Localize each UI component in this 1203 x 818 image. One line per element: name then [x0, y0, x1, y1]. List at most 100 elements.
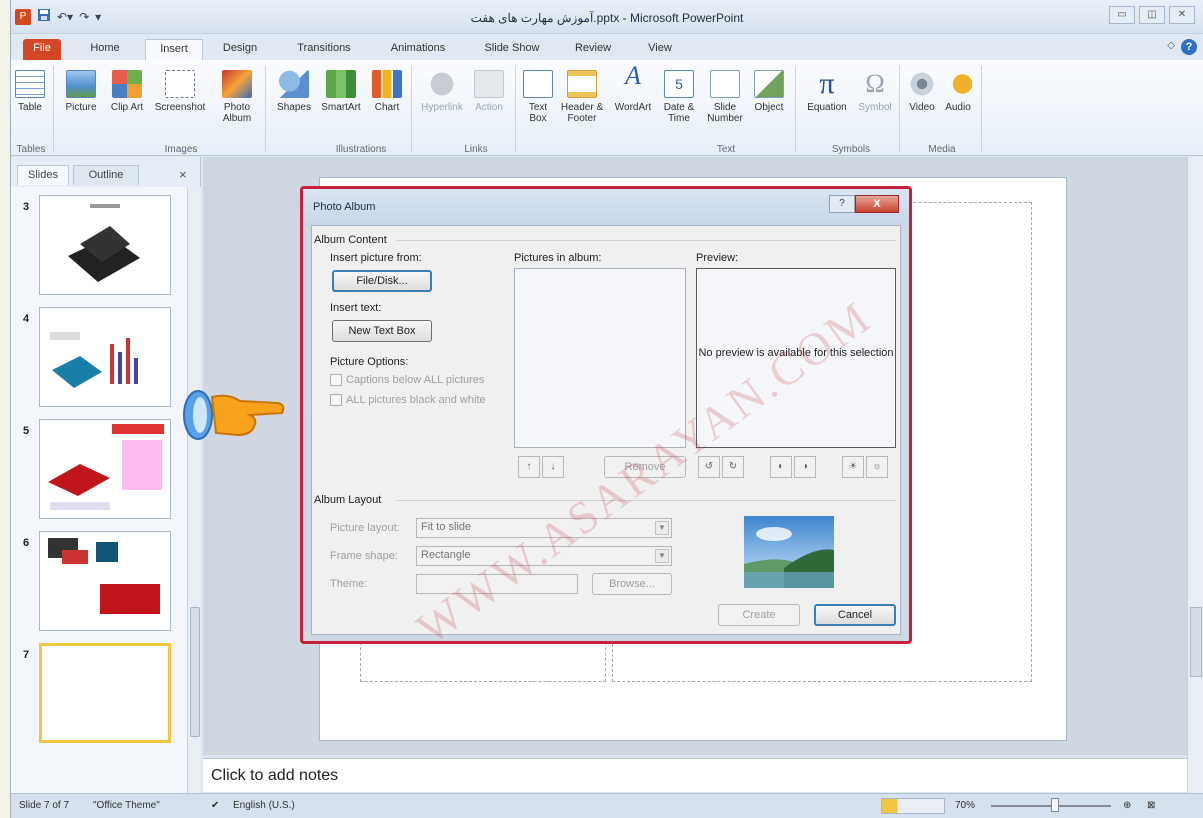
- notes-pane[interactable]: Click to add notes: [203, 758, 1187, 792]
- theme-label: Theme:: [330, 578, 368, 590]
- preview-box: No preview is available for this selecti…: [696, 268, 896, 448]
- tab-review[interactable]: Review: [567, 39, 619, 60]
- move-up-button[interactable]: ↑: [518, 456, 540, 478]
- symbol-button[interactable]: Ω Symbol: [855, 70, 895, 114]
- slide-thumbnail-7[interactable]: [39, 643, 171, 743]
- new-text-box-button[interactable]: New Text Box: [332, 320, 432, 342]
- theme-field[interactable]: [416, 574, 578, 594]
- black-white-checkbox[interactable]: [330, 394, 342, 406]
- rotate-left-button[interactable]: ↺: [698, 456, 720, 478]
- screenshot-button[interactable]: Screenshot: [151, 70, 209, 113]
- table-button[interactable]: Table: [13, 70, 47, 113]
- captions-below-checkbox[interactable]: [330, 374, 342, 386]
- close-pane-icon[interactable]: ×: [179, 167, 187, 182]
- hyperlink-button[interactable]: Hyperlink: [417, 70, 467, 113]
- slide-number: 7: [23, 649, 30, 661]
- create-button[interactable]: Create: [718, 604, 800, 626]
- video-button[interactable]: Video: [905, 70, 939, 113]
- wordart-button[interactable]: A WordArt: [611, 63, 655, 114]
- tab-slides[interactable]: Slides: [17, 165, 69, 185]
- chart-button[interactable]: Chart: [369, 70, 405, 113]
- header-footer-button[interactable]: Header & Footer: [557, 70, 607, 124]
- zoom-slider-thumb[interactable]: [1051, 798, 1059, 812]
- object-button[interactable]: Object: [749, 70, 789, 113]
- picture-layout-label: Picture layout:: [330, 522, 400, 534]
- smartart-button[interactable]: SmartArt: [317, 70, 365, 113]
- slide-thumbnail-6[interactable]: [39, 531, 171, 631]
- text-box-button[interactable]: Text Box: [521, 70, 555, 124]
- help-icon[interactable]: ?: [1181, 39, 1197, 55]
- scrollbar-thumb[interactable]: [1190, 607, 1202, 677]
- group-illustrations-label: Illustrations: [335, 144, 387, 155]
- layout-preview-image: [744, 516, 834, 588]
- tab-animations[interactable]: Animations: [381, 39, 455, 60]
- shapes-icon: [279, 70, 309, 98]
- picture-button[interactable]: Picture: [59, 70, 103, 113]
- brightness-down-button[interactable]: ☼: [866, 456, 888, 478]
- picture-layout-select[interactable]: Fit to slide ▼: [416, 518, 672, 538]
- pi-icon: π: [819, 67, 835, 100]
- slide-number-button[interactable]: Slide Number: [703, 70, 747, 124]
- dialog-help-icon[interactable]: ?: [829, 195, 855, 213]
- date-time-button[interactable]: 5 Date & Time: [657, 70, 701, 124]
- calendar-icon: 5: [664, 70, 694, 98]
- frame-shape-select[interactable]: Rectangle ▼: [416, 546, 672, 566]
- tab-design[interactable]: Design: [211, 39, 269, 60]
- fit-to-window-icon[interactable]: ⊠: [1147, 800, 1155, 811]
- zoom-level[interactable]: 70%: [955, 800, 975, 811]
- scrollbar-thumb[interactable]: [190, 607, 200, 737]
- slide-thumbnail-4[interactable]: [39, 307, 171, 407]
- text-box-icon: [523, 70, 553, 98]
- remove-button[interactable]: Remove: [604, 456, 686, 478]
- slide-thumbnail-3[interactable]: [39, 195, 171, 295]
- shapes-button[interactable]: Shapes: [273, 70, 315, 113]
- photo-album-dialog: Photo Album ? X Album Content Insert pic…: [300, 186, 912, 644]
- pointing-hand-icon: [183, 390, 285, 440]
- slides-scrollbar[interactable]: [187, 187, 201, 793]
- slides-pane: Slides Outline × 3 4 5 6 7: [11, 157, 201, 793]
- pictures-in-album-list[interactable]: [514, 268, 686, 448]
- rotate-right-button[interactable]: ↻: [722, 456, 744, 478]
- slide-placeholder[interactable]: [360, 642, 606, 682]
- captions-below-label: Captions below ALL pictures: [346, 374, 485, 386]
- speaker-icon: [943, 70, 973, 98]
- tab-view[interactable]: View: [635, 39, 685, 60]
- tab-transitions[interactable]: Transitions: [287, 39, 361, 60]
- tab-insert[interactable]: Insert: [145, 39, 203, 60]
- minimize-ribbon-icon[interactable]: ◇: [1167, 40, 1175, 51]
- laptop-chart-image: [50, 332, 138, 388]
- brightness-up-button[interactable]: ☀: [842, 456, 864, 478]
- zoom-in-icon[interactable]: ⊕: [1123, 800, 1131, 811]
- pane-tabs: Slides Outline ×: [11, 165, 201, 185]
- dialog-title-bar: Photo Album ? X: [303, 189, 909, 225]
- move-down-button[interactable]: ↓: [542, 456, 564, 478]
- close-icon[interactable]: ✕: [1169, 6, 1195, 24]
- chevron-down-icon: ▼: [655, 521, 669, 535]
- dialog-close-icon[interactable]: X: [855, 195, 899, 213]
- picture-icon: [66, 70, 96, 98]
- slide-thumbnail-5[interactable]: [39, 419, 171, 519]
- clip-art-button[interactable]: Clip Art: [107, 70, 147, 113]
- hyperlink-icon: [427, 70, 457, 98]
- action-button[interactable]: Action: [469, 70, 509, 113]
- file-disk-button[interactable]: File/Disk...: [332, 270, 432, 292]
- cancel-button[interactable]: Cancel: [814, 604, 896, 626]
- photo-album-button[interactable]: Photo Album: [215, 70, 259, 124]
- browse-button[interactable]: Browse...: [592, 573, 672, 595]
- maximize-icon[interactable]: ◫: [1139, 6, 1165, 24]
- slide-scrollbar[interactable]: [1187, 157, 1203, 793]
- equation-button[interactable]: π Equation: [801, 67, 853, 114]
- tab-file[interactable]: File: [23, 39, 61, 60]
- tab-home[interactable]: Home: [79, 39, 131, 60]
- contrast-up-button[interactable]: ◐: [770, 456, 792, 478]
- minimize-icon[interactable]: ▭: [1109, 6, 1135, 24]
- tab-outline[interactable]: Outline: [73, 165, 139, 185]
- contrast-down-button[interactable]: ◑: [794, 456, 816, 478]
- ribbon-insert: Table Picture Clip Art Screenshot Photo …: [11, 60, 1203, 156]
- spell-check-icon[interactable]: ✔: [211, 800, 219, 811]
- language-indicator[interactable]: English (U.S.): [233, 800, 295, 811]
- tab-slide-show[interactable]: Slide Show: [473, 39, 551, 60]
- view-buttons[interactable]: [881, 798, 945, 814]
- audio-button[interactable]: Audio: [941, 70, 975, 113]
- insert-picture-label: Insert picture from:: [330, 252, 422, 264]
